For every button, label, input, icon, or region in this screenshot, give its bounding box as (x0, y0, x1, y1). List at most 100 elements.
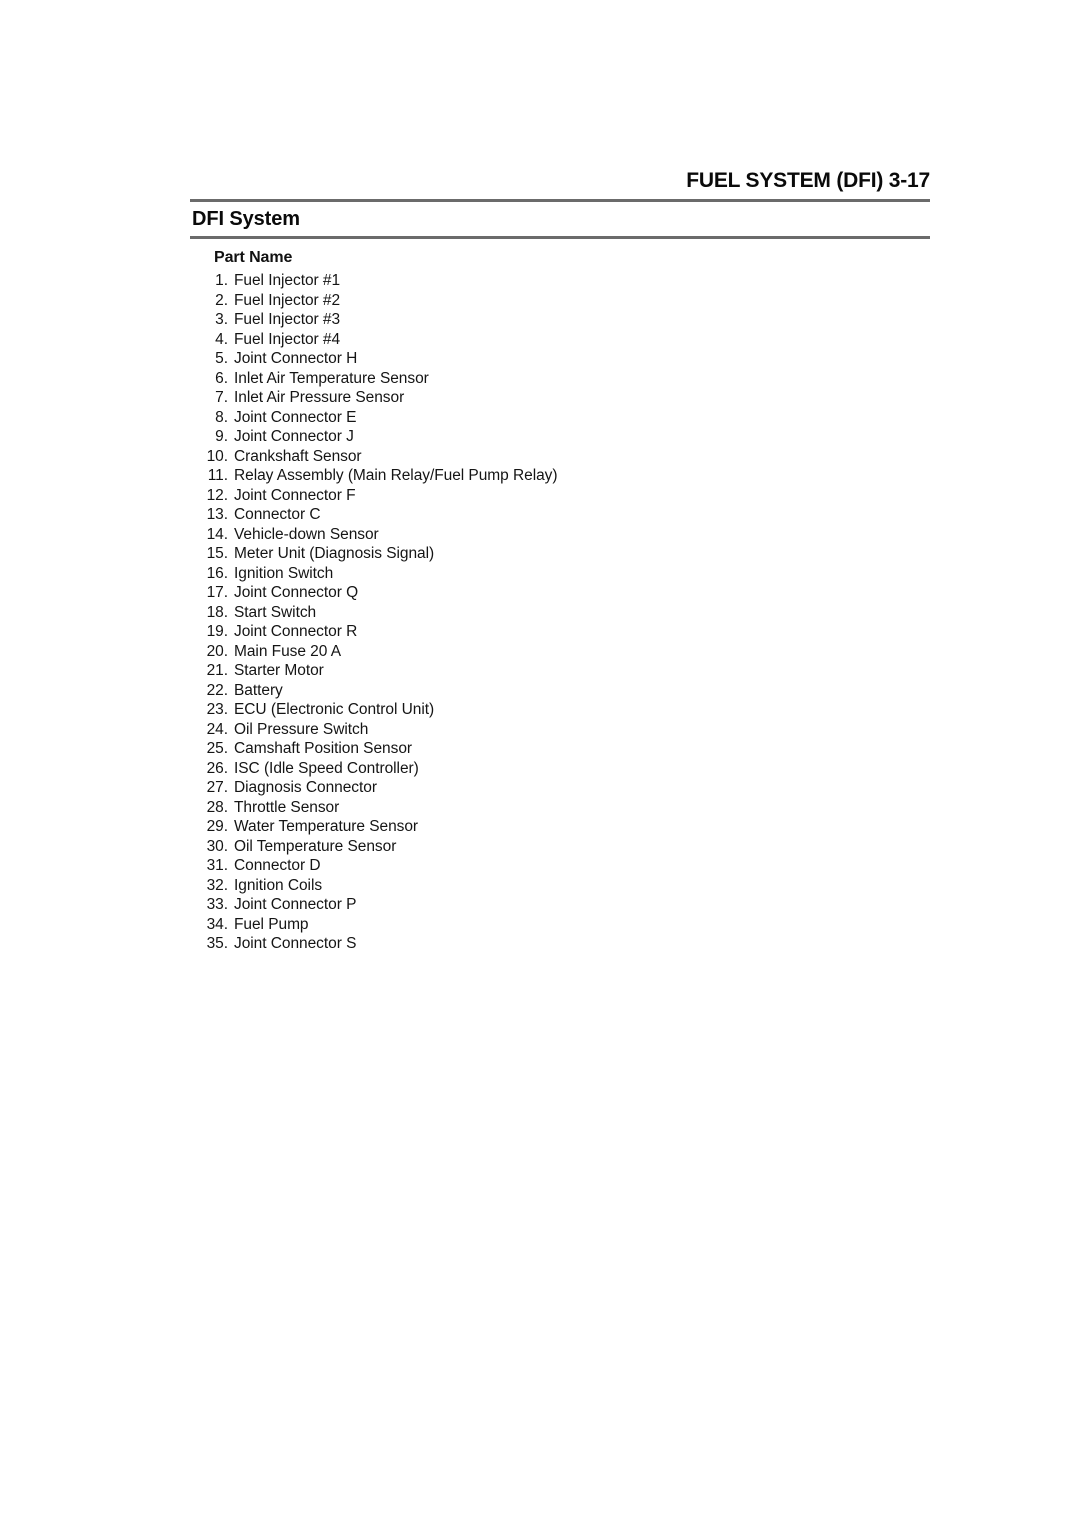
list-item-label: Inlet Air Pressure Sensor (234, 389, 405, 407)
list-item-label: Fuel Injector #3 (234, 311, 341, 329)
list-item-number: 12. (206, 486, 228, 504)
list-item-number: 34. (206, 915, 228, 933)
list-item-number: 19. (206, 623, 228, 641)
list-item-number: 25. (206, 740, 228, 758)
list-item: 19. Joint Connector R (190, 622, 930, 642)
list-item: 32. Ignition Coils (190, 876, 930, 896)
list-item-number: 5. (215, 350, 228, 368)
list-item-label: Fuel Injector #2 (234, 291, 341, 309)
list-item-number: 13. (206, 506, 228, 524)
list-item: 11. Relay Assembly (Main Relay/Fuel Pump … (190, 466, 930, 486)
parts-list: 1. Fuel Injector #1 2. Fuel Injector #2 3. Fu… (190, 271, 930, 954)
list-item-number: 11. (207, 467, 228, 485)
list-item-number: 21. (206, 662, 228, 680)
list-item-number: 7. (215, 389, 228, 407)
list-item-number: 3. (215, 311, 228, 329)
list-item: 13. Connector C (190, 505, 930, 525)
header-divider-bottom (190, 236, 930, 239)
list-item: 26. ISC (Idle Speed Controller) (190, 759, 930, 779)
list-item-label: Ignition Coils (234, 876, 323, 894)
page-header: FUEL SYSTEM (DFI) 3-17 DFI System (190, 170, 930, 239)
list-item: 12. Joint Connector F (190, 486, 930, 506)
list-item-number: 27. (206, 779, 228, 797)
list-item-label: Connector D (234, 857, 321, 875)
list-item-label: Inlet Air Temperature Sensor (234, 369, 429, 387)
list-item-number: 6. (215, 369, 228, 387)
list-item: 24. Oil Pressure Switch (190, 720, 930, 740)
list-item-number: 26. (206, 759, 228, 777)
list-item: 27. Diagnosis Connector (190, 778, 930, 798)
list-item-label: Connector C (234, 506, 321, 524)
list-item: 8. Joint Connector E (190, 408, 930, 428)
list-item-number: 16. (206, 564, 228, 582)
list-item-label: Joint Connector J (234, 428, 354, 446)
list-item: 3. Fuel Injector #3 (190, 310, 930, 330)
list-item-label: Camshaft Position Sensor (234, 740, 412, 758)
list-item-label: Joint Connector H (234, 350, 358, 368)
list-item: 22. Battery (190, 681, 930, 701)
list-item-label: Diagnosis Connector (234, 779, 377, 797)
parts-list-heading: Part Name (214, 249, 293, 266)
list-item-label: Fuel Injector #1 (234, 272, 341, 290)
list-item-label: Joint Connector S (234, 935, 357, 953)
list-item-label: Vehicle-down Sensor (234, 525, 379, 543)
list-item: 25. Camshaft Position Sensor (190, 739, 930, 759)
list-item-label: Ignition Switch (234, 564, 334, 582)
section-heading: DFI System (192, 208, 300, 230)
list-item: 28. Throttle Sensor (190, 798, 930, 818)
list-item: 1. Fuel Injector #1 (190, 271, 930, 291)
list-item-label: Starter Motor (234, 662, 324, 680)
list-item: 20. Main Fuse 20 A (190, 642, 930, 662)
list-item-label: Battery (234, 681, 283, 699)
list-item-number: 2. (215, 291, 228, 309)
list-item-number: 30. (206, 837, 228, 855)
list-item: 14. Vehicle-down Sensor (190, 525, 930, 545)
list-item-label: Throttle Sensor (234, 798, 340, 816)
list-item: 15. Meter Unit (Diagnosis Signal) (190, 544, 930, 564)
list-item-number: 24. (206, 720, 228, 738)
list-item: 33. Joint Connector P (190, 895, 930, 915)
list-item-label: Joint Connector R (234, 623, 358, 641)
list-item: 35. Joint Connector S (190, 934, 930, 954)
list-item: 17. Joint Connector Q (190, 583, 930, 603)
list-item-number: 31. (206, 857, 228, 875)
list-item-number: 35. (206, 935, 228, 953)
list-item-number: 17. (206, 584, 228, 602)
list-item: 16. Ignition Switch (190, 564, 930, 584)
list-item-number: 28. (206, 798, 228, 816)
list-item-label: Joint Connector P (234, 896, 357, 914)
list-item-number: 18. (206, 603, 228, 621)
list-item: 18. Start Switch (190, 603, 930, 623)
list-item-number: 10. (206, 447, 228, 465)
list-item-number: 33. (206, 896, 228, 914)
list-item-label: Oil Temperature Sensor (234, 837, 397, 855)
list-item: 34. Fuel Pump (190, 915, 930, 935)
document-page: FUEL SYSTEM (DFI) 3-17 DFI System Part N… (0, 0, 1080, 1528)
list-item-number: 22. (206, 681, 228, 699)
list-item-label: Joint Connector Q (234, 584, 359, 602)
list-item-number: 32. (206, 876, 228, 894)
list-item: 29. Water Temperature Sensor (190, 817, 930, 837)
list-item-number: 29. (206, 818, 228, 836)
list-item-label: ECU (Electronic Control Unit) (234, 701, 435, 719)
list-item: 5. Joint Connector H (190, 349, 930, 369)
list-item-number: 15. (206, 545, 228, 563)
list-item-label: Crankshaft Sensor (234, 447, 362, 465)
list-item: 10. Crankshaft Sensor (190, 447, 930, 467)
parts-list-section: Part Name 1. Fuel Injector #1 2. Fuel Injec… (190, 248, 930, 954)
list-item-label: ISC (Idle Speed Controller) (234, 759, 419, 777)
list-item-label: Start Switch (234, 603, 317, 621)
list-item-label: Relay Assembly (Main Relay/Fuel Pump Rel… (234, 467, 558, 485)
list-item-number: 14. (206, 525, 228, 543)
list-item-label: Water Temperature Sensor (234, 818, 419, 836)
list-item-label: Joint Connector F (234, 486, 356, 504)
list-item: 4. Fuel Injector #4 (190, 330, 930, 350)
list-item-label: Fuel Injector #4 (234, 330, 341, 348)
list-item-number: 8. (215, 408, 228, 426)
list-item-label: Fuel Pump (234, 915, 309, 933)
list-item: 23. ECU (Electronic Control Unit) (190, 700, 930, 720)
list-item-number: 23. (206, 701, 228, 719)
list-item: 7. Inlet Air Pressure Sensor (190, 388, 930, 408)
list-item: 21. Starter Motor (190, 661, 930, 681)
list-item: 2. Fuel Injector #2 (190, 291, 930, 311)
